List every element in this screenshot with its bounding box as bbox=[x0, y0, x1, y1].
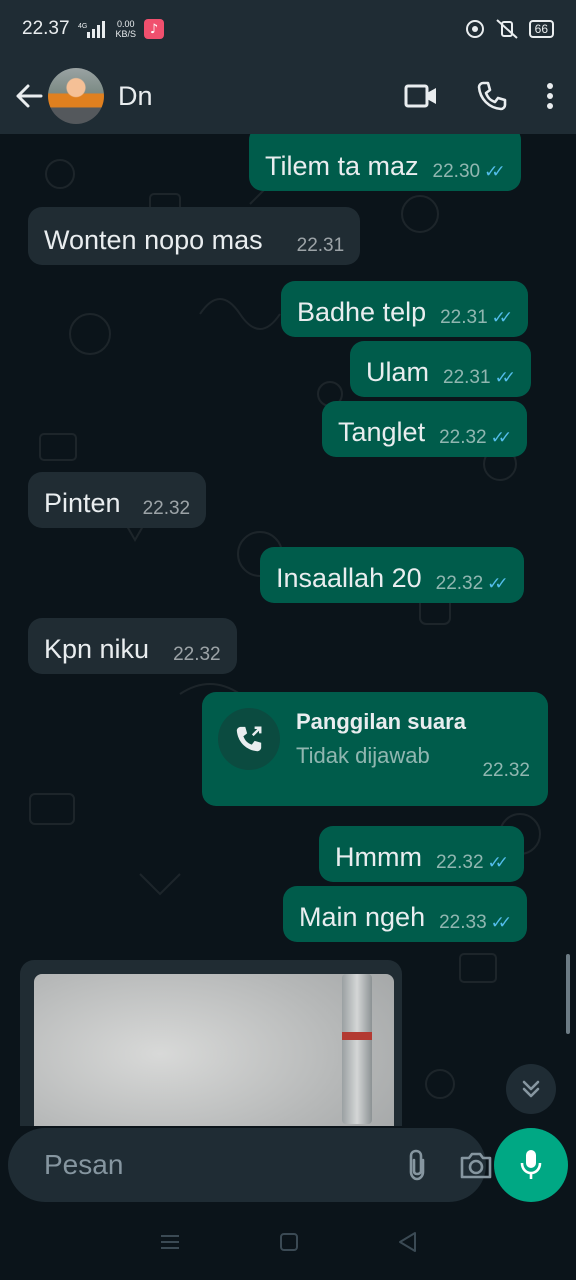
message-time: 22.32 bbox=[435, 852, 484, 873]
message-time: 22.33 bbox=[439, 912, 487, 933]
microphone-icon bbox=[520, 1150, 542, 1179]
double-check-icon: ✓✓ bbox=[490, 913, 512, 932]
composer bbox=[0, 1126, 576, 1204]
recent-apps-icon[interactable] bbox=[159, 1233, 181, 1251]
message-time: 22.32 bbox=[173, 644, 221, 665]
message-time: 22.31 bbox=[443, 367, 491, 388]
music-app-icon: ♪ bbox=[144, 19, 165, 39]
chat-header: Dn bbox=[0, 58, 576, 134]
status-bar: 22.37 4G 0.00 KB/S ♪ 66 bbox=[0, 0, 576, 58]
attach-icon[interactable] bbox=[405, 1148, 429, 1182]
status-time: 22.37 bbox=[22, 18, 70, 39]
message-bubble-outgoing[interactable]: Badhe telp 22.31 ✓✓ bbox=[281, 281, 529, 337]
home-icon[interactable] bbox=[279, 1232, 299, 1252]
message-text: Insaallah 20 bbox=[276, 563, 422, 593]
message-bubble-incoming[interactable]: Wonten nopo mas 22.31 bbox=[28, 207, 361, 265]
message-text: Main ngeh bbox=[299, 902, 426, 932]
back-button[interactable] bbox=[14, 81, 44, 111]
mute-icon bbox=[495, 19, 518, 39]
call-status: Tidak dijawab bbox=[296, 743, 430, 768]
scrollbar[interactable] bbox=[566, 954, 570, 1034]
image-thumbnail[interactable] bbox=[34, 974, 394, 1126]
double-check-icon: ✓✓ bbox=[484, 162, 505, 181]
message-time: 22.31 bbox=[440, 307, 488, 328]
message-time: 22.32 bbox=[482, 760, 530, 781]
message-time: 22.32 bbox=[439, 427, 487, 448]
double-check-icon: ✓✓ bbox=[494, 368, 516, 387]
voice-call-bubble[interactable]: Panggilan suara Tidak dijawab 22.32 bbox=[202, 692, 548, 806]
double-check-icon: ✓✓ bbox=[490, 428, 512, 447]
message-text: Hmmm bbox=[335, 842, 422, 872]
camera-icon[interactable] bbox=[459, 1150, 493, 1180]
message-text: Ulam bbox=[366, 357, 430, 387]
message-bubble-outgoing[interactable]: Main ngeh 22.33 ✓✓ bbox=[283, 886, 528, 942]
message-input-bar bbox=[8, 1128, 492, 1202]
video-call-icon[interactable] bbox=[404, 83, 438, 109]
signal-icon: 4G bbox=[78, 21, 105, 38]
message-time: 22.30 bbox=[432, 161, 481, 182]
message-bubble-outgoing[interactable]: Ulam 22.31 ✓✓ bbox=[350, 341, 532, 397]
back-arrow-icon bbox=[16, 84, 43, 108]
battery-icon: 66 bbox=[528, 20, 554, 38]
alarm-icon bbox=[465, 20, 484, 38]
message-time: 22.32 bbox=[435, 573, 484, 594]
message-bubble-outgoing[interactable]: Insaallah 20 22.32 ✓✓ bbox=[260, 547, 524, 603]
message-text: Kpn niku bbox=[44, 634, 150, 664]
message-time: 22.32 bbox=[142, 498, 191, 519]
double-check-icon: ✓✓ bbox=[491, 308, 513, 327]
image-message-bubble[interactable] bbox=[20, 960, 402, 1126]
message-input[interactable] bbox=[44, 1149, 405, 1181]
phone-icon[interactable] bbox=[476, 80, 508, 112]
call-title: Panggilan suara bbox=[296, 709, 466, 734]
scroll-to-bottom-button[interactable] bbox=[506, 1064, 556, 1114]
missed-call-icon bbox=[218, 708, 280, 770]
avatar[interactable] bbox=[48, 68, 104, 124]
message-bubble-incoming[interactable]: Kpn niku 22.32 bbox=[28, 618, 237, 674]
message-time: 22.31 bbox=[296, 235, 345, 256]
system-back-icon[interactable] bbox=[397, 1231, 417, 1253]
double-check-icon: ✓✓ bbox=[487, 574, 508, 593]
message-text: Badhe telp bbox=[297, 297, 427, 327]
system-navigation-bar bbox=[0, 1204, 576, 1280]
double-chevron-down-icon bbox=[522, 1080, 540, 1098]
contact-name[interactable]: Dn bbox=[118, 81, 153, 112]
message-bubble-outgoing[interactable]: Tanglet 22.32 ✓✓ bbox=[322, 401, 528, 457]
message-text: Wonten nopo mas bbox=[44, 225, 263, 255]
message-bubble-outgoing[interactable]: Hmmm 22.32 ✓✓ bbox=[319, 826, 525, 882]
phone-outgoing-icon bbox=[236, 726, 262, 752]
photo-bottle-shape bbox=[342, 974, 372, 1124]
network-speed: 0.00 KB/S bbox=[115, 19, 137, 39]
voice-record-button[interactable] bbox=[494, 1128, 568, 1202]
message-text: Pinten bbox=[44, 488, 121, 518]
double-check-icon: ✓✓ bbox=[487, 853, 509, 872]
more-options-icon[interactable] bbox=[546, 82, 554, 110]
svg-text:4G: 4G bbox=[78, 23, 87, 30]
message-bubble-incoming[interactable]: Pinten 22.32 bbox=[28, 472, 207, 528]
message-bubble-outgoing[interactable]: Tilem ta maz 22.30 ✓✓ bbox=[249, 134, 521, 191]
battery-level: 66 bbox=[534, 22, 548, 36]
chat-area[interactable]: Tilem ta maz 22.30 ✓✓ Wonten nopo mas 22.… bbox=[0, 134, 576, 1126]
message-text: Tilem ta maz bbox=[265, 151, 419, 181]
message-text: Tanglet bbox=[338, 417, 426, 447]
